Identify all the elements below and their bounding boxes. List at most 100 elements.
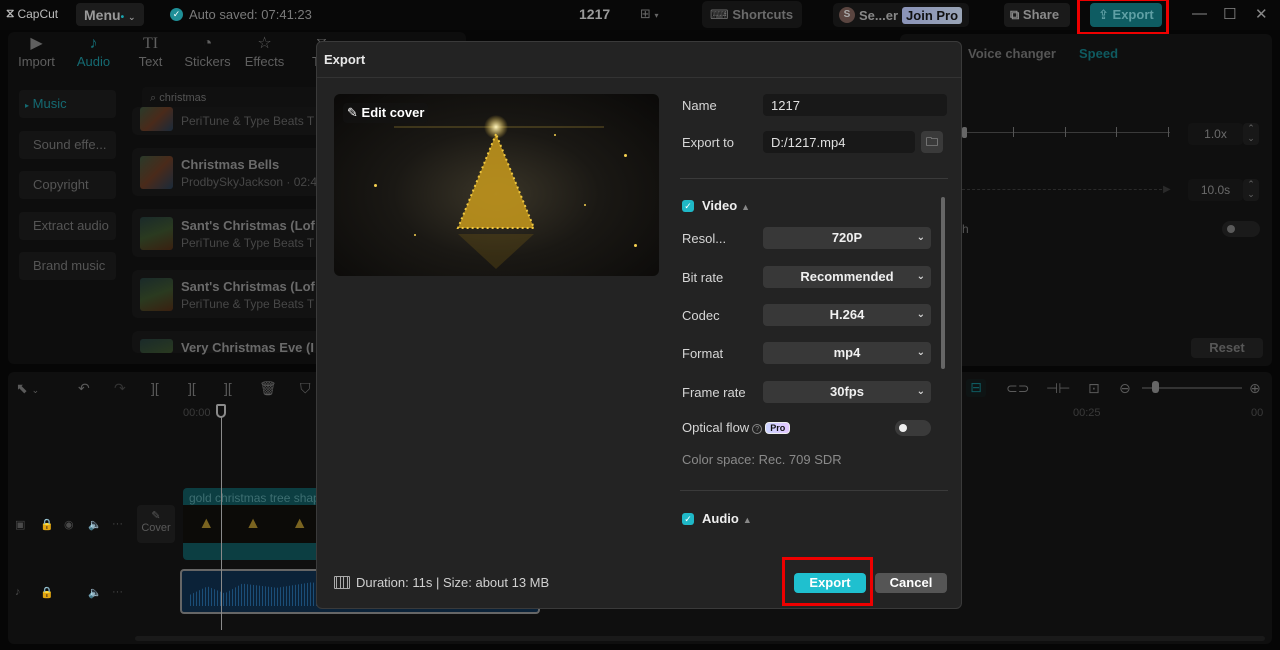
export-info: Duration: 11s | Size: about 13 MB bbox=[334, 575, 549, 590]
resolution-select[interactable]: 720P ⌄ bbox=[763, 227, 931, 249]
share-button[interactable]: ⧉ Share bbox=[1004, 3, 1070, 27]
help-icon[interactable]: ? bbox=[752, 424, 763, 434]
format-select[interactable]: mp4 ⌄ bbox=[763, 342, 931, 364]
category-label: Music bbox=[32, 96, 67, 111]
export-path-input[interactable]: D:/1217.mp4 bbox=[763, 131, 915, 153]
settings-scrollbar[interactable] bbox=[941, 197, 945, 369]
music-thumbnail bbox=[140, 278, 173, 311]
video-section-header[interactable]: Video ▲ bbox=[702, 198, 750, 213]
cancel-button[interactable]: Cancel bbox=[875, 573, 947, 593]
cover-preview[interactable]: ✎ Edit cover bbox=[334, 94, 659, 276]
zoom-slider-handle[interactable] bbox=[1152, 381, 1159, 393]
minimize-button[interactable]: — bbox=[1192, 5, 1207, 22]
link-icon[interactable]: ⊂⊃ bbox=[1006, 380, 1029, 397]
tab-stickers[interactable]: ◔ Stickers bbox=[179, 32, 236, 74]
more-icon[interactable]: ··· bbox=[112, 518, 123, 530]
duration-slider-track[interactable] bbox=[962, 189, 1162, 190]
tab-text[interactable]: TI Text bbox=[122, 32, 179, 74]
chevron-down-icon: ⌄ bbox=[916, 232, 925, 243]
undo-icon[interactable]: ↶ bbox=[78, 380, 90, 397]
cover-button[interactable]: ✎ Cover bbox=[137, 505, 175, 543]
slider-tick bbox=[1065, 127, 1066, 137]
more-icon[interactable]: ··· bbox=[112, 586, 123, 598]
framerate-select[interactable]: 30fps ⌄ bbox=[763, 381, 931, 403]
music-item[interactable]: Very Christmas Eve (I bbox=[132, 331, 332, 355]
audio-checkbox[interactable]: ✓ bbox=[682, 513, 694, 525]
speed-value-field[interactable]: 1.0x bbox=[1188, 123, 1243, 145]
timeline-scrollbar[interactable] bbox=[135, 636, 1265, 641]
reset-button[interactable]: Reset bbox=[1191, 338, 1263, 358]
tab-import[interactable]: ▶ Import bbox=[8, 32, 65, 74]
time-mid: 00:25 bbox=[1073, 407, 1101, 419]
shield-icon[interactable]: ⛉ bbox=[300, 380, 311, 397]
magnet-icon[interactable]: ⊟ bbox=[966, 379, 986, 397]
split-icon[interactable]: ][ bbox=[151, 380, 159, 396]
lock-icon[interactable]: 🔒 bbox=[40, 586, 54, 599]
eye-icon[interactable]: ◉ bbox=[64, 518, 74, 531]
delete-icon[interactable]: 🗑 bbox=[259, 380, 277, 397]
category-extract-audio[interactable]: Extract audio bbox=[19, 211, 116, 240]
video-checkbox[interactable]: ✓ bbox=[682, 200, 694, 212]
volume-icon[interactable]: 🔈 bbox=[88, 518, 102, 531]
tab-voice-changer[interactable]: Voice changer bbox=[968, 46, 1056, 61]
pitch-toggle[interactable] bbox=[1222, 221, 1260, 237]
layout-icon[interactable]: ⊞ ▾ bbox=[640, 6, 659, 22]
category-copyright[interactable]: Copyright bbox=[19, 171, 116, 199]
name-input[interactable]: 1217 bbox=[763, 94, 947, 116]
music-item[interactable]: Sant's Christmas (Lof PeriTune & Type Be… bbox=[132, 270, 332, 318]
tab-effects[interactable]: ☆ Effects bbox=[236, 32, 293, 74]
music-item[interactable]: Christmas Bells ProdbySkyJackson · 02:4 bbox=[132, 148, 332, 196]
codec-select[interactable]: H.264 ⌄ bbox=[763, 304, 931, 326]
music-subtitle: ProdbySkyJackson · 02:4 bbox=[181, 175, 318, 189]
duration-value-field[interactable]: 10.0s bbox=[1188, 179, 1243, 201]
music-item[interactable]: Sant's Christmas (Lof PeriTune & Type Be… bbox=[132, 209, 332, 257]
video-clip[interactable]: gold christmas tree shap ▲ ▲ ▲ bbox=[183, 488, 323, 560]
codec-value: H.264 bbox=[829, 307, 865, 322]
playhead-handle[interactable] bbox=[216, 404, 226, 418]
volume-icon[interactable]: 🔈 bbox=[88, 586, 102, 599]
split-right-icon[interactable]: ][ bbox=[224, 380, 232, 396]
category-brand-music[interactable]: Brand music bbox=[19, 252, 116, 280]
audio-icon: ♪ bbox=[89, 35, 98, 52]
check-circle-icon: ✓ bbox=[170, 8, 183, 21]
duration-stepper-icon[interactable]: ⌃ ⌄ bbox=[1243, 179, 1259, 201]
shortcuts-button[interactable]: ⌨ Shortcuts bbox=[702, 1, 802, 28]
lock-icon[interactable]: 🔒 bbox=[40, 518, 54, 531]
category-music[interactable]: ▸ Music bbox=[19, 90, 116, 118]
split-left-icon[interactable]: ][ bbox=[188, 380, 196, 396]
music-item[interactable]: PeriTune & Type Beats T bbox=[132, 107, 332, 135]
pro-badge: Pro bbox=[765, 422, 791, 434]
tab-label: Import bbox=[18, 54, 55, 69]
folder-icon[interactable]: 🗀 bbox=[921, 131, 943, 153]
caret-right-icon: ▸ bbox=[25, 101, 30, 110]
user-chip[interactable]: S Se...er Join Pro bbox=[833, 3, 969, 27]
chevron-down-icon: ⌄ bbox=[916, 347, 925, 358]
align-icon[interactable]: ⊣⊢ bbox=[1046, 380, 1070, 397]
cover-label: Cover bbox=[141, 522, 171, 534]
slider-tick bbox=[1168, 127, 1169, 137]
zoom-to-fit-icon[interactable]: ⊡ bbox=[1088, 380, 1100, 397]
bitrate-select[interactable]: Recommended ⌄ bbox=[763, 266, 931, 288]
tab-speed[interactable]: Speed bbox=[1079, 46, 1118, 61]
audio-section-header[interactable]: Audio ▲ bbox=[702, 511, 752, 526]
chevron-down-icon: ⌄ bbox=[916, 386, 925, 397]
zoom-out-icon[interactable]: ⊖ bbox=[1119, 380, 1131, 397]
playhead[interactable] bbox=[221, 406, 222, 630]
maximize-button[interactable]: ☐ bbox=[1223, 5, 1236, 23]
zoom-in-icon[interactable]: ⊕ bbox=[1249, 380, 1261, 397]
tab-label: Stickers bbox=[184, 54, 231, 69]
resolution-label: Resol... bbox=[682, 231, 727, 246]
category-sound-effects[interactable]: Sound effe... bbox=[19, 130, 116, 159]
speed-slider-handle[interactable] bbox=[962, 127, 967, 138]
join-pro-button[interactable]: Join Pro bbox=[902, 6, 963, 24]
optical-flow-toggle[interactable] bbox=[895, 420, 931, 436]
tab-audio[interactable]: ♪ Audio bbox=[65, 32, 122, 74]
music-title: Christmas Bells bbox=[181, 157, 280, 172]
close-button[interactable]: ✕ bbox=[1255, 5, 1268, 23]
speed-slider-track[interactable] bbox=[962, 132, 1170, 133]
redo-icon[interactable]: ↷ bbox=[114, 380, 126, 397]
menu-button[interactable]: Menu• ⌄ bbox=[76, 3, 144, 26]
speed-stepper-icon[interactable]: ⌃ ⌄ bbox=[1243, 123, 1259, 145]
select-tool-icon[interactable]: ⬉ ⌄ bbox=[16, 380, 39, 397]
edit-cover-button[interactable]: ✎ Edit cover bbox=[343, 103, 429, 123]
